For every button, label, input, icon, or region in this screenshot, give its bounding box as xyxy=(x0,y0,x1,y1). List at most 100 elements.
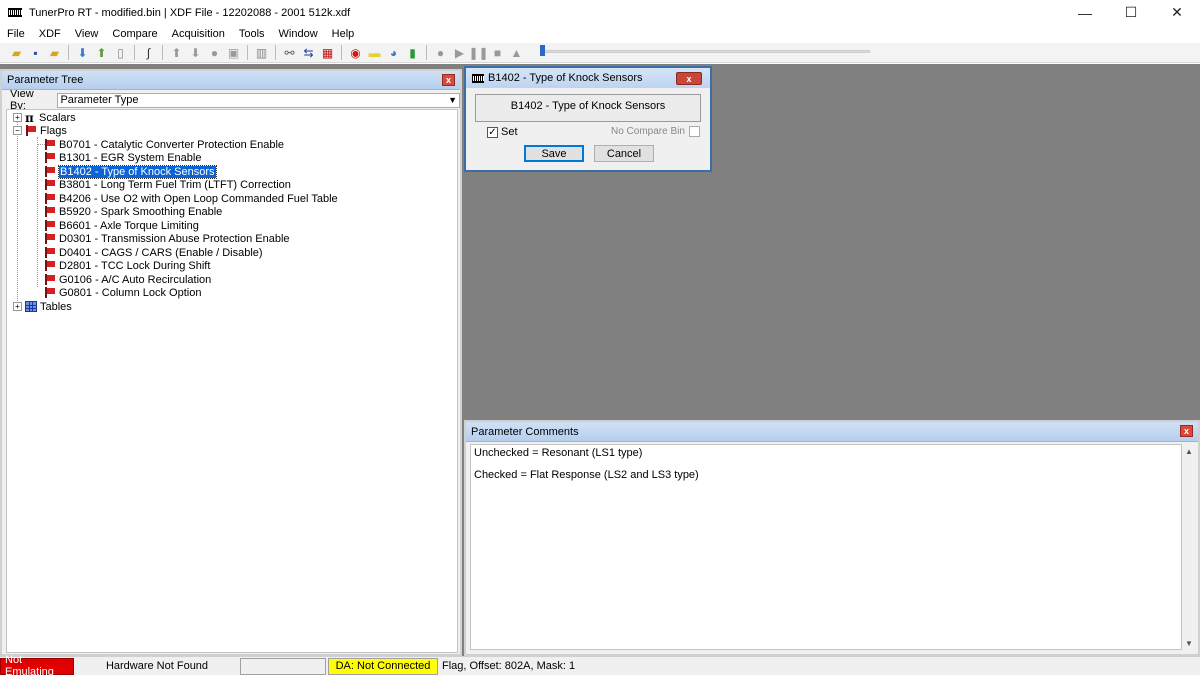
gauge-icon[interactable]: ◕ xyxy=(385,45,402,61)
tree-item-flag[interactable]: B1301 - EGR System Enable xyxy=(38,151,201,164)
minimize-button[interactable]: — xyxy=(1062,0,1108,25)
view-by-row: View By: Parameter Type ▼ xyxy=(2,88,460,112)
flag-icon xyxy=(44,193,56,204)
chip-icon[interactable]: ▥ xyxy=(253,45,270,61)
toolbar-separator xyxy=(341,45,342,60)
view-by-select[interactable]: Parameter Type ▼ xyxy=(57,92,460,108)
menu-file[interactable]: File xyxy=(0,28,32,40)
tree-node-scalars[interactable]: + π Scalars xyxy=(13,110,76,125)
toolbar-separator xyxy=(162,45,163,60)
comments-text-area[interactable]: Unchecked = Resonant (LS1 type) Checked … xyxy=(470,444,1182,650)
save-icon[interactable]: ▪ xyxy=(27,45,44,61)
expand-icon[interactable]: + xyxy=(13,302,22,311)
title-bar: TunerPro RT - modified.bin | XDF File - … xyxy=(0,0,1200,25)
menu-window[interactable]: Window xyxy=(272,28,325,40)
toolbar-separator xyxy=(275,45,276,60)
flag-label: D0301 - Transmission Abuse Protection En… xyxy=(59,232,290,245)
tree-item-flag[interactable]: D2801 - TCC Lock During Shift xyxy=(38,259,210,272)
maximize-button[interactable]: ☐ xyxy=(1108,0,1154,25)
flag-label: B1402 - Type of Knock Sensors xyxy=(58,164,217,179)
tree-item-flag[interactable]: B6601 - Axle Torque Limiting xyxy=(38,219,199,232)
tree-item-flag[interactable]: G0801 - Column Lock Option xyxy=(38,286,201,299)
tree-item-flag[interactable]: B5920 - Spark Smoothing Enable xyxy=(38,205,222,218)
circle-icon[interactable]: ● xyxy=(206,45,223,61)
record-icon[interactable]: ◉ xyxy=(347,45,364,61)
menu-view[interactable]: View xyxy=(68,28,106,40)
cancel-button[interactable]: Cancel xyxy=(594,145,654,162)
swap-icon[interactable]: ⇆ xyxy=(300,45,317,61)
flag-dialog-title: B1402 - Type of Knock Sensors xyxy=(488,72,643,84)
flag-icon xyxy=(44,206,56,217)
tree-node-flags[interactable]: − Flags xyxy=(13,124,67,137)
tree-node-tables[interactable]: + Tables xyxy=(13,300,72,313)
tree-item-flag[interactable]: D0301 - Transmission Abuse Protection En… xyxy=(38,232,290,245)
flag-dialog-header: B1402 - Type of Knock Sensors x xyxy=(466,68,710,88)
menu-acquisition[interactable]: Acquisition xyxy=(165,28,232,40)
menu-tools[interactable]: Tools xyxy=(232,28,272,40)
flag-label: B0701 - Catalytic Converter Protection E… xyxy=(59,138,285,151)
scroll-down-icon[interactable]: ▼ xyxy=(1182,636,1196,650)
tree-item-flag[interactable]: B3801 - Long Term Fuel Trim (LTFT) Corre… xyxy=(38,178,291,191)
status-bar: Not Emulating Hardware Not Found DA: Not… xyxy=(0,654,1200,675)
table-grid-icon xyxy=(25,301,37,312)
parameter-comments-title: Parameter Comments xyxy=(471,425,579,438)
close-icon[interactable]: x xyxy=(676,72,702,85)
set-checkbox[interactable]: ✓ xyxy=(487,126,498,138)
flag-label: B5920 - Spark Smoothing Enable xyxy=(59,205,223,218)
close-icon[interactable]: x xyxy=(442,74,455,86)
flag-label: B3801 - Long Term Fuel Trim (LTFT) Corre… xyxy=(59,178,291,191)
copy-icon[interactable]: ▣ xyxy=(225,45,242,61)
no-compare-bin-row: No Compare Bin xyxy=(611,126,700,137)
window-controls: — ☐ ✕ xyxy=(1062,0,1200,25)
save-button[interactable]: Save xyxy=(524,145,584,162)
flag-icon xyxy=(44,166,56,177)
menu-help[interactable]: Help xyxy=(325,28,362,40)
set-checkbox-row[interactable]: ✓ Set xyxy=(487,126,518,138)
close-icon[interactable]: x xyxy=(1180,425,1193,437)
tree-item-flag[interactable]: B4206 - Use O2 with Open Loop Commanded … xyxy=(38,192,338,205)
playback-slider-thumb[interactable] xyxy=(540,45,545,56)
save-as-icon[interactable]: ▰ xyxy=(46,45,63,61)
parameter-comments-panel: Parameter Comments x Unchecked = Resonan… xyxy=(464,420,1200,656)
open-folder-icon[interactable]: ▰ xyxy=(8,45,25,61)
pi-icon: π xyxy=(25,110,34,125)
flag-label: B1301 - EGR System Enable xyxy=(59,151,202,164)
menu-compare[interactable]: Compare xyxy=(105,28,164,40)
comments-scrollbar[interactable]: ▲ ▼ xyxy=(1182,444,1196,650)
arrow-down-icon[interactable]: ⬇ xyxy=(187,45,204,61)
eject-icon[interactable]: ▲ xyxy=(508,45,525,61)
note-icon[interactable]: ▬ xyxy=(366,45,383,61)
stop-icon[interactable]: ■ xyxy=(489,45,506,61)
close-window-button[interactable]: ✕ xyxy=(1154,0,1200,25)
link-icon[interactable]: ⚯ xyxy=(281,45,298,61)
wand-icon[interactable]: ∫ xyxy=(140,45,157,61)
toolbar-separator xyxy=(134,45,135,60)
menu-bar: File XDF View Compare Acquisition Tools … xyxy=(0,25,1200,43)
play-icon[interactable]: ▶ xyxy=(451,45,468,61)
parameter-tree: + π Scalars − Flags B0701 - Catalytic Co… xyxy=(6,109,458,653)
flag-icon xyxy=(44,287,56,298)
tree-item-flag-selected[interactable]: B1402 - Type of Knock Sensors xyxy=(38,164,217,179)
new-document-icon[interactable]: ▯ xyxy=(112,45,129,61)
tree-item-flag[interactable]: D0401 - CAGS / CARS (Enable / Disable) xyxy=(38,246,263,259)
import-icon[interactable]: ⬇ xyxy=(74,45,91,61)
tree-item-flag[interactable]: G0106 - A/C Auto Recirculation xyxy=(38,273,211,286)
comment-line: Checked = Flat Response (LS2 and LS3 typ… xyxy=(474,469,699,481)
pause-icon[interactable]: ❚❚ xyxy=(468,45,488,61)
toolbar: ▰ ▪ ▰ ⬇ ⬆ ▯ ∫ ⬆ ⬇ ● ▣ ▥ ⚯ ⇆ ▦ ◉ ▬ ◕ ▮ ● … xyxy=(0,43,1200,63)
play-dot-icon[interactable]: ● xyxy=(432,45,449,61)
flag-icon xyxy=(44,179,56,190)
chart-icon[interactable]: ▮ xyxy=(404,45,421,61)
scroll-up-icon[interactable]: ▲ xyxy=(1182,444,1196,458)
tree-item-flag[interactable]: B0701 - Catalytic Converter Protection E… xyxy=(37,138,285,151)
expand-icon[interactable]: + xyxy=(13,113,22,122)
collapse-icon[interactable]: − xyxy=(13,126,22,135)
flag-icon xyxy=(44,274,56,285)
playback-slider-track[interactable] xyxy=(540,50,870,53)
compare-icon[interactable]: ▦ xyxy=(319,45,336,61)
arrow-up-icon[interactable]: ⬆ xyxy=(168,45,185,61)
comment-line: Unchecked = Resonant (LS1 type) xyxy=(474,447,643,459)
parameter-tree-title: Parameter Tree xyxy=(7,74,84,86)
menu-xdf[interactable]: XDF xyxy=(32,28,68,40)
export-icon[interactable]: ⬆ xyxy=(93,45,110,61)
